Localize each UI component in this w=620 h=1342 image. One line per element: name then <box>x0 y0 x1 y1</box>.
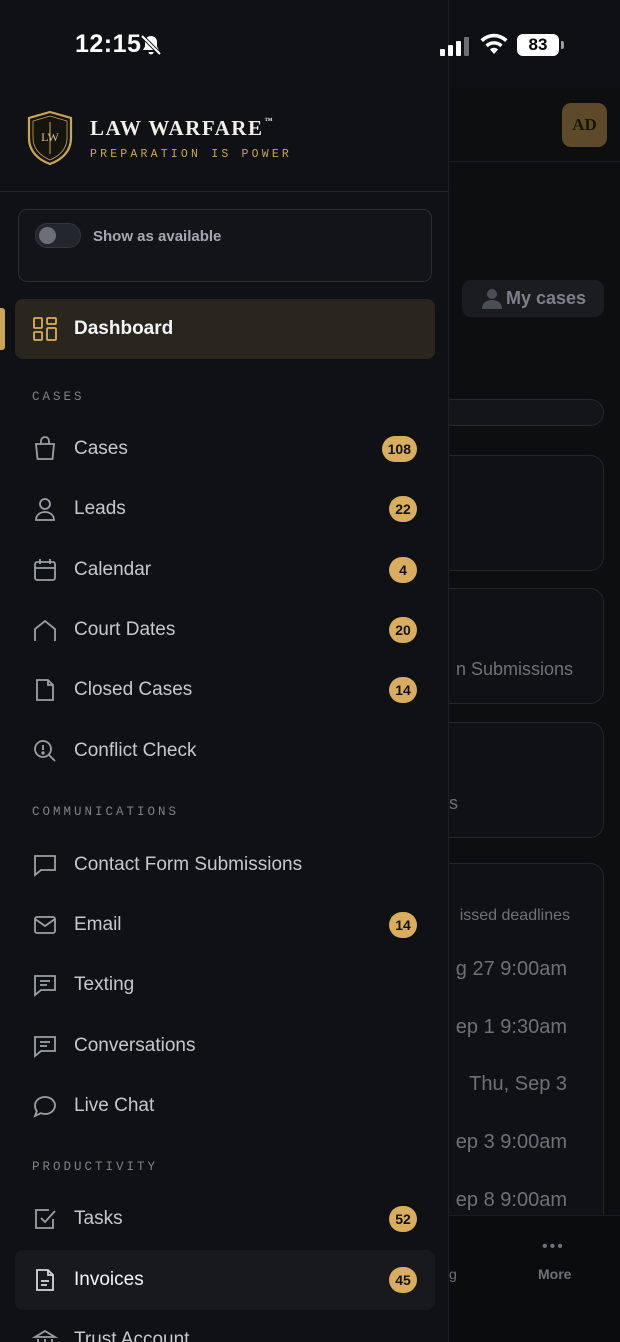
person-icon <box>482 289 502 309</box>
nav-item-contact-forms[interactable]: Contact Form Submissions <box>15 835 435 895</box>
search-bar[interactable] <box>439 399 604 426</box>
bottom-nav-partial-label: g <box>449 1266 457 1282</box>
invoice-icon <box>36 1269 54 1291</box>
deadline-item[interactable]: ep 1 9:30am <box>450 1016 567 1039</box>
svg-text:LW: LW <box>41 130 59 144</box>
status-bar: 12:15 83 <box>0 0 620 88</box>
nav-label: Court Dates <box>74 619 176 640</box>
count-badge: 45 <box>389 1267 417 1293</box>
screen: AD My cases n Submissions s issed deadli… <box>0 0 620 1342</box>
count-badge: 4 <box>389 557 417 583</box>
bell-muted-icon <box>140 34 162 56</box>
count-badge: 14 <box>389 912 417 938</box>
brand-header: LW LAW WARFARE™ PREPARATION IS POWER <box>0 88 449 192</box>
chat-lines-icon <box>34 1036 56 1058</box>
background-header: AD <box>449 88 620 162</box>
shield-logo-icon: LW <box>27 110 73 166</box>
courthouse-icon <box>34 619 56 641</box>
briefcase-icon <box>35 436 55 460</box>
user-avatar[interactable]: AD <box>562 103 607 147</box>
deadline-item[interactable]: Thu, Sep 3 <box>450 1073 567 1096</box>
nav-item-closed-cases[interactable]: Closed Cases 14 <box>15 660 435 720</box>
grid-icon <box>33 317 57 341</box>
deadline-item[interactable]: ep 8 9:00am <box>450 1189 567 1212</box>
checkbox-icon <box>35 1209 56 1229</box>
document-icon <box>36 679 54 701</box>
count-badge: 52 <box>389 1206 417 1232</box>
section-header-productivity: PRODUCTIVITY <box>32 1160 159 1174</box>
calendar-icon <box>34 559 56 581</box>
message-square-icon <box>34 855 56 877</box>
summary-card[interactable] <box>429 455 604 571</box>
nav-label: Invoices <box>74 1269 144 1290</box>
section-header-communications: COMMUNICATIONS <box>32 805 180 819</box>
nav-item-invoices[interactable]: Invoices 45 <box>15 1250 435 1310</box>
nav-label: Dashboard <box>74 318 174 339</box>
nav-label: Texting <box>74 974 135 995</box>
deadlines-title: issed deadlines <box>459 907 570 924</box>
count-badge: 22 <box>389 496 417 522</box>
brand-name: LAW WARFARE™ <box>90 116 273 140</box>
deadlines-card: issed deadlines g 27 9:00am ep 1 9:30am … <box>429 863 604 1263</box>
nav-label: Trust Account <box>74 1329 190 1342</box>
availability-label: Show as available <box>93 228 222 245</box>
search-alert-icon <box>34 740 56 762</box>
nav-item-texting[interactable]: Texting <box>15 955 435 1015</box>
availability-panel: Show as available <box>18 209 432 282</box>
more-icon: ••• <box>542 1238 565 1255</box>
more-tab[interactable]: More <box>538 1266 571 1282</box>
nav-item-dashboard[interactable]: Dashboard <box>15 299 435 359</box>
nav-label: Live Chat <box>74 1095 155 1116</box>
count-badge: 108 <box>381 436 417 462</box>
clock: 12:15 <box>75 30 142 58</box>
count-badge: 20 <box>389 617 417 643</box>
nav-item-calendar[interactable]: Calendar 4 <box>15 540 435 600</box>
active-indicator <box>0 308 5 350</box>
mail-icon <box>34 916 56 934</box>
battery-icon: 83 <box>517 34 564 56</box>
cellular-signal-icon <box>440 36 469 56</box>
nav-item-tasks[interactable]: Tasks 52 <box>15 1189 435 1249</box>
nav-item-conversations[interactable]: Conversations <box>15 1016 435 1076</box>
deadline-item[interactable]: g 27 9:00am <box>450 958 567 981</box>
navigation-drawer: LW LAW WARFARE™ PREPARATION IS POWER Sho… <box>0 0 449 1342</box>
nav-label: Leads <box>74 498 126 519</box>
card-text: n Submissions <box>455 659 573 679</box>
bottom-nav: g ••• More <box>449 1215 620 1342</box>
nav-item-conflict-check[interactable]: Conflict Check <box>15 721 435 781</box>
brand-tagline: PREPARATION IS POWER <box>90 148 293 161</box>
nav-item-cases[interactable]: Cases 108 <box>15 419 435 479</box>
nav-item-live-chat[interactable]: Live Chat <box>15 1076 435 1136</box>
nav-label: Email <box>74 914 122 935</box>
background-app: AD My cases n Submissions s issed deadli… <box>429 88 620 1342</box>
nav-label: Closed Cases <box>74 679 193 700</box>
nav-label: Calendar <box>74 559 152 580</box>
message-text-icon <box>34 975 56 997</box>
deadline-item[interactable]: ep 3 9:00am <box>450 1131 567 1154</box>
nav-label: Cases <box>74 438 128 459</box>
count-badge: 14 <box>389 677 417 703</box>
user-icon <box>35 498 55 521</box>
my-cases-button[interactable]: My cases <box>462 280 604 317</box>
wifi-icon <box>480 33 508 54</box>
nav-item-trust-account[interactable]: Trust Account <box>15 1310 435 1342</box>
nav-item-email[interactable]: Email 14 <box>15 895 435 955</box>
my-cases-label: My cases <box>506 288 587 308</box>
nav-label: Conflict Check <box>74 740 197 761</box>
section-header-cases: CASES <box>32 390 85 404</box>
nav-item-court-dates[interactable]: Court Dates 20 <box>15 600 435 660</box>
summary-card[interactable]: n Submissions <box>429 588 604 704</box>
nav-label: Conversations <box>74 1035 196 1056</box>
availability-toggle[interactable] <box>35 223 81 248</box>
nav-item-leads[interactable]: Leads 22 <box>15 479 435 539</box>
nav-label: Contact Form Submissions <box>74 854 303 875</box>
summary-card[interactable]: s <box>429 722 604 838</box>
bank-icon <box>32 1329 58 1342</box>
chat-bubble-icon <box>33 1096 56 1118</box>
nav-label: Tasks <box>74 1208 123 1229</box>
